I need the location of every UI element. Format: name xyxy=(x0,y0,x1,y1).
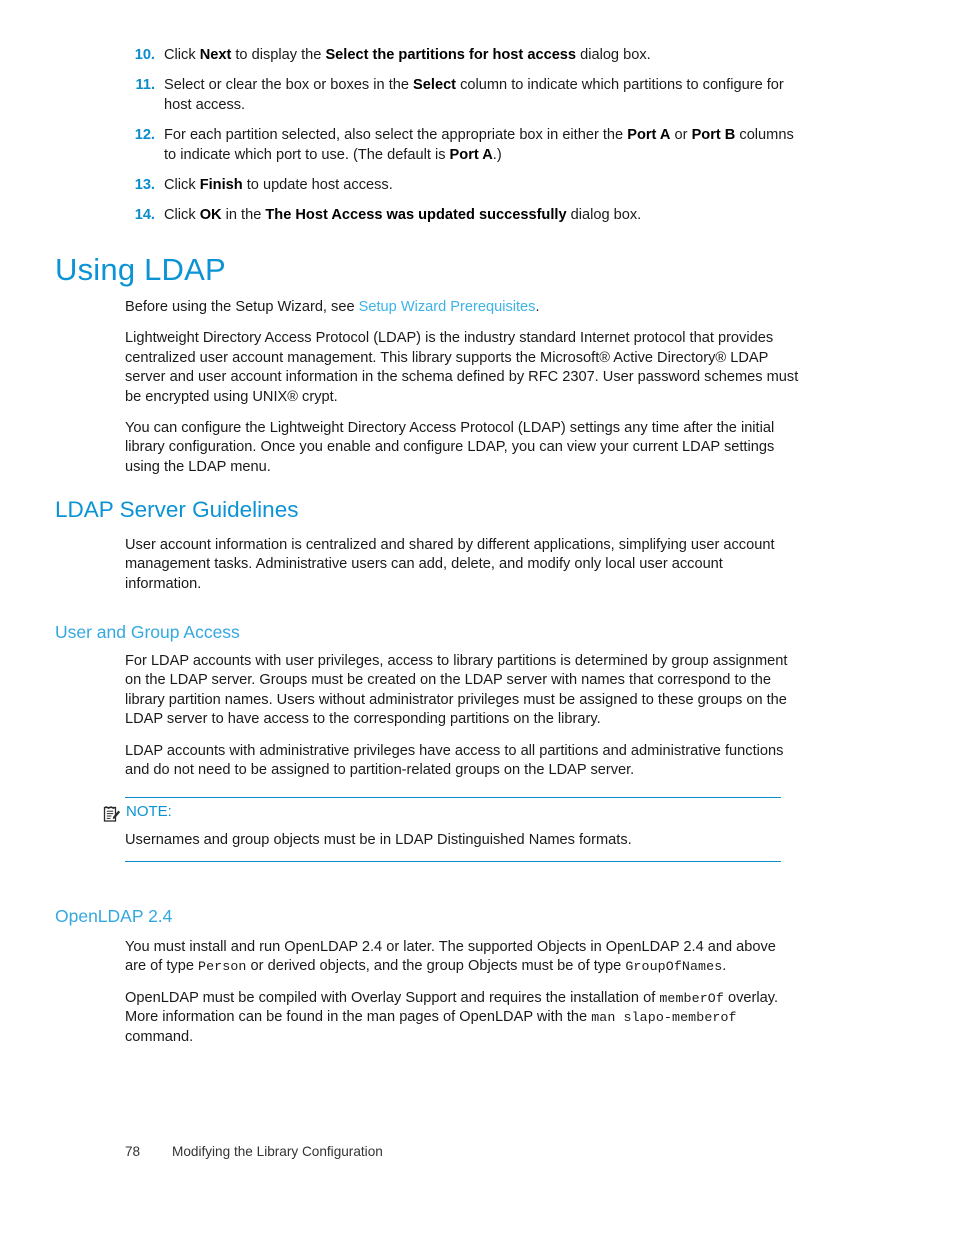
procedure-step: 12. For each partition selected, also sel… xyxy=(125,126,805,165)
note-bottom-rule xyxy=(125,861,781,863)
note-text: Usernames and group objects must be in L… xyxy=(125,832,632,848)
procedure-step-number: 13. xyxy=(134,177,155,194)
text-run: . xyxy=(722,958,727,975)
footer-page-number: 78 xyxy=(125,1144,141,1159)
using-ldap-paragraph: You can configure the Lightweight Direct… xyxy=(125,419,801,477)
text-run: User account information is centralized … xyxy=(125,537,775,592)
user-and-group-access-paragraph: LDAP accounts with administrative privil… xyxy=(125,742,801,781)
procedure-step-text: Click Finish to update host access. xyxy=(164,177,393,194)
ldap-server-guidelines-body: User account information is centralized … xyxy=(125,536,801,594)
procedure-step-number: 10. xyxy=(134,47,155,63)
text-run: Before using the Setup Wizard, see xyxy=(125,299,359,315)
using-ldap-paragraph: Lightweight Directory Access Protocol (L… xyxy=(125,329,801,407)
text-run: LDAP accounts with administrative privil… xyxy=(125,742,784,779)
text-run: . xyxy=(535,299,540,315)
procedure-step-text: Select or clear the box or boxes in the … xyxy=(164,77,784,113)
procedure-step: 14. Click OK in the The Host Access was u… xyxy=(125,206,805,225)
openldap-paragraph: OpenLDAP must be compiled with Overlay S… xyxy=(125,989,801,1047)
procedure-step: 13. Click Finish to update host access. xyxy=(125,176,805,195)
text-run: OpenLDAP must be compiled with Overlay S… xyxy=(125,989,660,1006)
user-and-group-access-body: For LDAP accounts with user privileges, … xyxy=(125,652,801,780)
cross-reference-link[interactable]: Setup Wizard Prerequisites xyxy=(359,299,536,315)
text-run: For LDAP accounts with user privileges, … xyxy=(125,653,788,728)
text-run: You can configure the Lightweight Direct… xyxy=(125,420,775,475)
page-footer: 78 Modifying the Library Configuration xyxy=(125,1144,383,1159)
code-term: GroupOfNames xyxy=(625,959,723,975)
procedure-step-number: 11. xyxy=(135,77,155,94)
user-and-group-access-paragraph: For LDAP accounts with user privileges, … xyxy=(125,652,801,730)
procedure-list: 10. Click Next to display the Select the … xyxy=(125,46,805,237)
note-top-rule xyxy=(125,797,781,798)
code-term: memberOf xyxy=(659,990,724,1006)
openldap-body: You must install and run OpenLDAP 2.4 or… xyxy=(125,938,801,1047)
note-memo-icon xyxy=(103,805,121,823)
footer-title: Modifying the Library Configuration xyxy=(172,1144,383,1159)
code-term: man slapo-memberof xyxy=(591,1010,737,1026)
procedure-step: 11. Select or clear the box or boxes in t… xyxy=(125,76,805,115)
note-label: NOTE: xyxy=(126,803,172,820)
heading-ldap-server-guidelines: LDAP Server Guidelines xyxy=(55,497,299,522)
note-callout: NOTE: Usernames and group objects must b… xyxy=(103,797,781,863)
procedure-step-text: Click Next to display the Select the par… xyxy=(164,47,651,63)
text-run: or derived objects, and the group Object… xyxy=(246,958,626,975)
ldap-server-guidelines-paragraph: User account information is centralized … xyxy=(125,536,801,594)
procedure-step: 10. Click Next to display the Select the … xyxy=(125,46,805,65)
procedure-step-text: Click OK in the The Host Access was upda… xyxy=(164,207,642,224)
using-ldap-paragraph: Before using the Setup Wizard, see Setup… xyxy=(125,298,801,317)
heading-user-and-group-access: User and Group Access xyxy=(55,622,240,642)
procedure-step-text: For each partition selected, also select… xyxy=(164,127,794,163)
procedure-step-number: 12. xyxy=(134,127,155,144)
text-run: Lightweight Directory Access Protocol (L… xyxy=(125,330,799,405)
openldap-paragraph: You must install and run OpenLDAP 2.4 or… xyxy=(125,938,801,977)
heading-openldap: OpenLDAP 2.4 xyxy=(55,906,173,926)
note-header: NOTE: xyxy=(103,803,781,823)
using-ldap-body: Before using the Setup Wizard, see Setup… xyxy=(125,298,801,477)
heading-using-ldap: Using LDAP xyxy=(55,252,226,287)
document-page: 10. Click Next to display the Select the … xyxy=(0,0,954,1235)
text-run: command. xyxy=(125,1028,194,1045)
procedure-step-number: 14. xyxy=(134,207,155,224)
code-term: Person xyxy=(198,959,247,975)
